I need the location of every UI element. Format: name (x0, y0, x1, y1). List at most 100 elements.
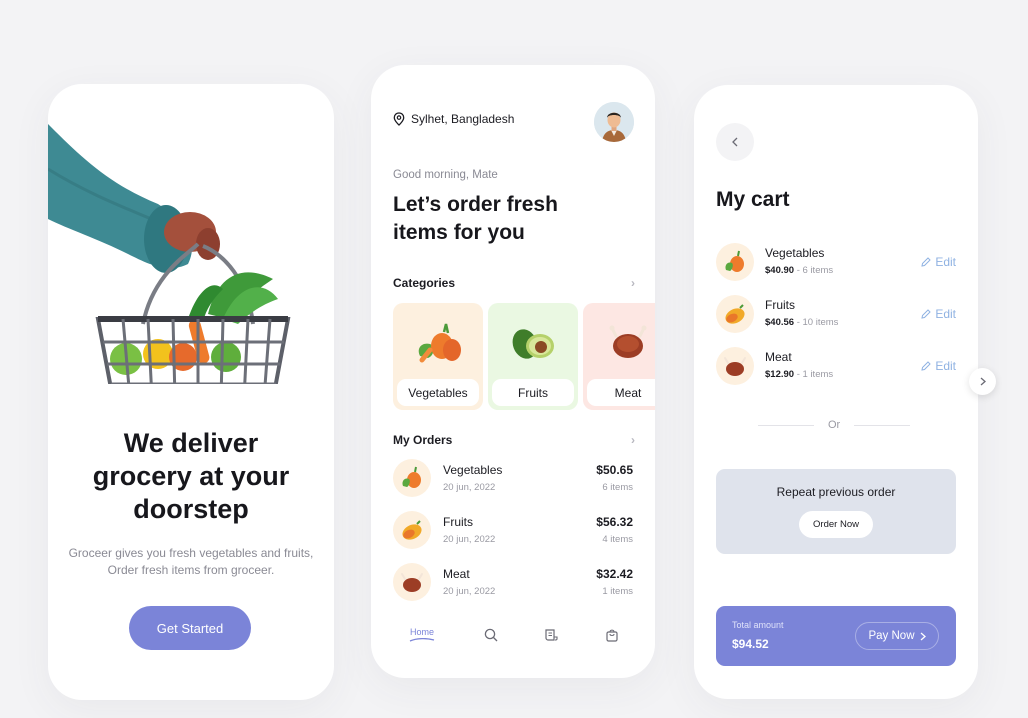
home-screen: Sylhet, Bangladesh Good morning, Mate Le… (371, 65, 655, 678)
categories-heading: Categories (393, 276, 456, 290)
orders-heading: My Orders (393, 433, 453, 447)
category-card-fruits[interactable]: Fruits (488, 303, 578, 410)
cart-item: Meat $12.90 - 1 items Edit (716, 347, 956, 387)
vegetables-thumb-icon (393, 459, 431, 497)
order-now-button[interactable]: Order Now (799, 511, 873, 538)
back-button[interactable] (716, 123, 754, 161)
orders-list-icon[interactable] (544, 628, 558, 642)
order-price: $56.32 (596, 515, 633, 529)
mango-thumb-icon (393, 511, 431, 549)
total-amount-value: $94.52 (732, 637, 769, 651)
cart-item-details: $40.90 - 6 items (765, 265, 834, 276)
onboarding-screen: We deliver grocery at your doorstep Groc… (48, 84, 334, 700)
pay-now-label: Pay Now (868, 630, 915, 642)
location-selector[interactable]: Sylhet, Bangladesh (393, 112, 514, 126)
edit-button[interactable]: Edit (921, 359, 956, 373)
next-slide-button[interactable] (969, 368, 996, 395)
order-row[interactable]: Fruits 20 jun, 2022 $56.32 4 items (393, 511, 633, 551)
cart-item-name: Meat (765, 350, 792, 364)
onboarding-subtitle-line: Groceer gives you fresh vegetables and f… (68, 546, 314, 560)
grocery-basket-illustration (48, 124, 291, 384)
order-name: Fruits (443, 515, 473, 529)
shopping-bag-icon[interactable] (605, 628, 619, 642)
repeat-order-title: Repeat previous order (776, 485, 896, 499)
order-row[interactable]: Vegetables 20 jun, 2022 $50.65 6 items (393, 459, 633, 499)
categories-header[interactable]: Categories › (393, 276, 635, 290)
user-avatar-image (594, 102, 634, 142)
cart-item-qty: 1 items (802, 369, 834, 380)
order-price: $50.65 (596, 463, 633, 477)
avocado-icon (512, 329, 554, 359)
checkout-bar: Total amount $94.52 Pay Now (716, 606, 956, 666)
order-qty: 4 items (602, 534, 633, 545)
location-label: Sylhet, Bangladesh (411, 112, 515, 126)
chicken-thumb-icon (716, 347, 754, 385)
avatar[interactable] (594, 102, 634, 142)
edit-label: Edit (935, 255, 956, 269)
category-label: Meat (587, 379, 655, 406)
order-date: 20 jun, 2022 (443, 586, 496, 597)
search-icon[interactable] (484, 628, 498, 642)
pencil-icon (921, 257, 932, 267)
onboarding-subtitle-line: Order fresh items from groceer. (107, 563, 275, 577)
category-label: Fruits (492, 379, 574, 406)
cart-item-name: Fruits (765, 298, 795, 312)
get-started-button[interactable]: Get Started (129, 606, 251, 650)
active-underline-icon (409, 638, 435, 642)
total-amount-label: Total amount (732, 620, 784, 630)
edit-button[interactable]: Edit (921, 307, 956, 321)
order-date: 20 jun, 2022 (443, 482, 496, 493)
cart-item-price: $40.56 (765, 317, 795, 328)
order-date: 20 jun, 2022 (443, 534, 496, 545)
cart-title: My cart (716, 188, 790, 211)
category-card-vegetables[interactable]: Vegetables (393, 303, 483, 410)
order-name: Meat (443, 567, 470, 581)
chevron-right-icon[interactable]: › (631, 276, 635, 290)
category-list: Vegetables Fruits Meat (393, 303, 655, 411)
cart-item: Vegetables $40.90 - 6 items Edit (716, 243, 956, 283)
onboarding-subtitle: Groceer gives you fresh vegetables and f… (62, 545, 320, 579)
vegetables-icon (418, 323, 461, 363)
greeting-text: Good morning, Mate (393, 169, 498, 181)
cart-item-qty: 10 items (802, 317, 839, 328)
order-name: Vegetables (443, 463, 503, 477)
vegetables-thumb-icon (716, 243, 754, 281)
edit-label: Edit (935, 359, 956, 373)
pencil-icon (921, 361, 932, 371)
cart-item-details: $12.90 - 1 items (765, 369, 834, 380)
or-label: Or (828, 419, 841, 431)
nav-home[interactable]: Home (409, 627, 435, 642)
repeat-order-card: Repeat previous order Order Now (716, 469, 956, 554)
bottom-nav: Home (393, 625, 633, 653)
headline-line: Let’s order fresh (393, 193, 558, 216)
order-qty: 1 items (602, 586, 633, 597)
chicken-icon (609, 325, 647, 358)
mango-thumb-icon (716, 295, 754, 333)
category-card-meat[interactable]: Meat (583, 303, 655, 410)
cart-item: Fruits $40.56 - 10 items Edit (716, 295, 956, 335)
cart-item-price: $40.90 (765, 265, 795, 276)
chevron-right-icon[interactable]: › (631, 433, 635, 447)
onboarding-title: We deliver grocery at your doorstep (68, 427, 314, 526)
nav-home-label: Home (409, 627, 434, 637)
onboarding-title-line: We deliver (123, 428, 259, 458)
orders-header[interactable]: My Orders › (393, 433, 635, 447)
cart-item-price: $12.90 (765, 369, 795, 380)
chevron-right-icon (980, 377, 986, 386)
location-pin-icon (393, 112, 405, 126)
order-row[interactable]: Meat 20 jun, 2022 $32.42 1 items (393, 563, 633, 603)
category-label: Vegetables (397, 379, 479, 406)
pencil-icon (921, 309, 932, 319)
cart-item-details: $40.56 - 10 items (765, 317, 839, 328)
home-headline: Let’s order fresh items for you (393, 191, 558, 247)
headline-line: items for you (393, 221, 525, 244)
edit-button[interactable]: Edit (921, 255, 956, 269)
onboarding-title-line: doorstep (133, 494, 249, 524)
pay-now-button[interactable]: Pay Now (855, 622, 939, 650)
order-qty: 6 items (602, 482, 633, 493)
cart-item-name: Vegetables (765, 246, 825, 260)
chevron-right-icon (920, 632, 926, 640)
edit-label: Edit (935, 307, 956, 321)
onboarding-title-line: grocery at your (92, 461, 290, 491)
order-price: $32.42 (596, 567, 633, 581)
